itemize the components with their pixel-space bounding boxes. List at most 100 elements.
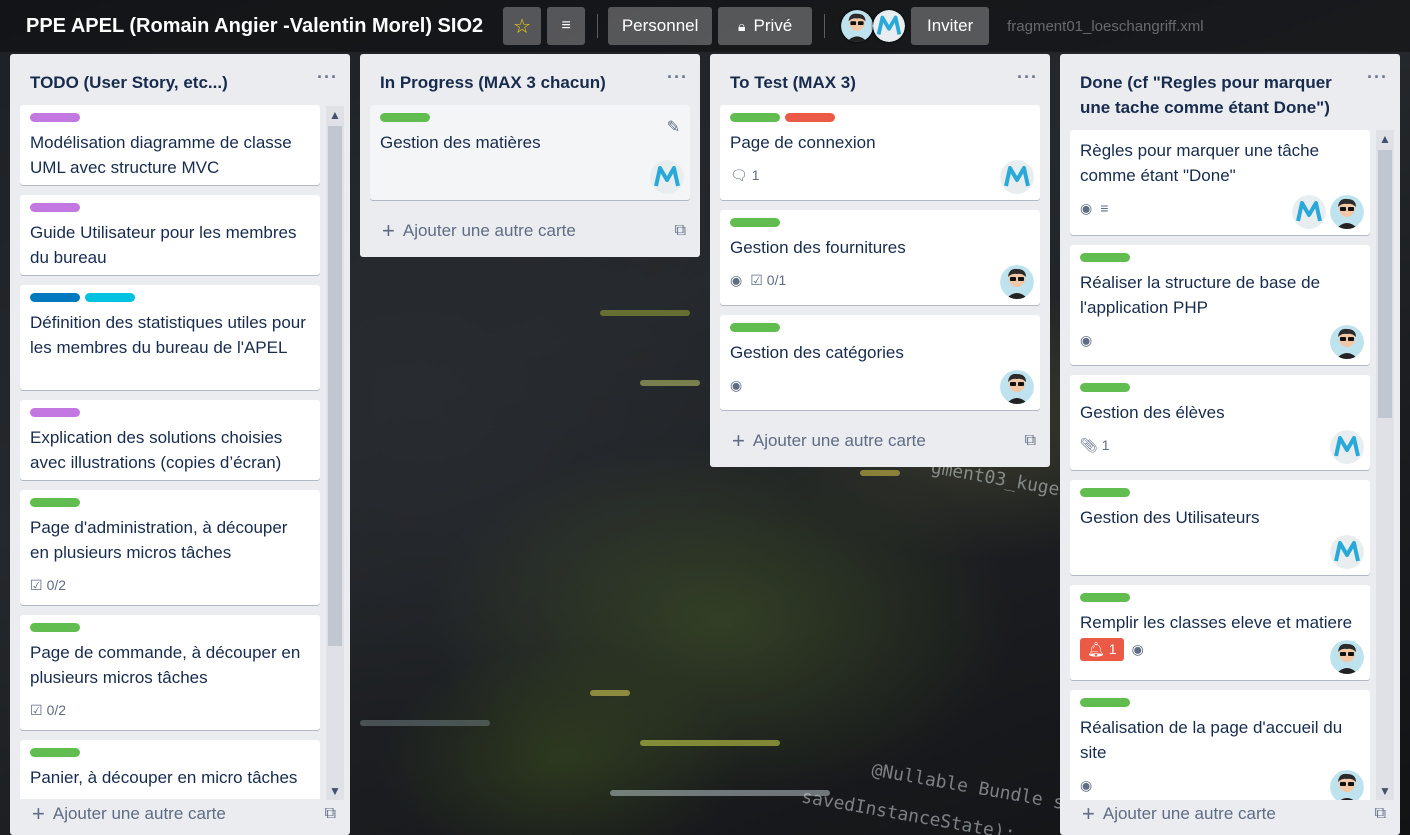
- visibility-button[interactable]: 🔒︎ Privé: [718, 7, 813, 45]
- pencil-icon[interactable]: ✎: [667, 117, 680, 137]
- eye-icon: ◉: [1080, 331, 1093, 348]
- avatar-romain[interactable]: [1000, 265, 1034, 299]
- plus-icon: +: [1082, 801, 1095, 826]
- avatar-romain[interactable]: [1330, 640, 1364, 674]
- card[interactable]: Guide Utilisateur pour les membres du bu…: [20, 195, 320, 275]
- plus-icon: +: [732, 428, 745, 453]
- card[interactable]: Panier, à découper en micro tâches: [20, 740, 320, 799]
- card-container: Gestion des matières ✎: [360, 105, 700, 210]
- label-sky: [85, 293, 135, 302]
- header-divider: [597, 14, 599, 38]
- label-purple: [30, 203, 80, 212]
- header-divider: [824, 14, 826, 38]
- board-title[interactable]: PPE APEL (Romain Angier -Valentin Morel)…: [26, 15, 483, 38]
- list-title[interactable]: In Progress (MAX 3 chacun): [380, 70, 606, 95]
- background-tab-text: fragment01_loeschangriff.xml: [1007, 17, 1204, 35]
- card[interactable]: Gestion des Utilisateurs: [1070, 480, 1370, 575]
- star-button[interactable]: ☆: [503, 7, 542, 45]
- avatar-romain[interactable]: [1330, 325, 1364, 359]
- list-menu-icon[interactable]: ···: [317, 68, 338, 86]
- card-template-icon[interactable]: ⧉: [325, 805, 336, 823]
- list-title[interactable]: To Test (MAX 3): [730, 70, 856, 95]
- card-title: Modélisation diagramme de classe UML ave…: [30, 133, 292, 177]
- list-in-progress: In Progress (MAX 3 chacun) ··· Gestion d…: [360, 54, 700, 257]
- eye-icon: ◉: [1131, 640, 1144, 657]
- avatar-romain[interactable]: [1000, 370, 1034, 404]
- card[interactable]: Réalisation de la page d'accueil du site…: [1070, 690, 1370, 800]
- label-green: [1080, 383, 1130, 392]
- card-template-icon[interactable]: ⧉: [1375, 805, 1386, 823]
- avatar-romain[interactable]: [1330, 195, 1364, 229]
- add-card-button[interactable]: + Ajouter une autre carte ⧉: [1060, 793, 1400, 835]
- scroll-up-icon[interactable]: ▲: [1379, 132, 1391, 146]
- list-title[interactable]: TODO (User Story, etc...): [30, 70, 228, 95]
- card[interactable]: Explication des solutions choisies avec …: [20, 400, 320, 480]
- card-title: Définition des statistiques utiles pour …: [30, 313, 306, 357]
- card-title: Gestion des matières: [380, 133, 541, 152]
- label-purple: [30, 408, 80, 417]
- list-title[interactable]: Done (cf "Regles pour marquer une tache …: [1080, 70, 1360, 120]
- card-container: Modélisation diagramme de classe UML ave…: [10, 105, 350, 799]
- list-scrollbar[interactable]: ▲ ▼: [1376, 130, 1394, 800]
- list-menu-icon[interactable]: ···: [1017, 68, 1038, 86]
- card-title: Guide Utilisateur pour les membres du bu…: [30, 223, 297, 267]
- checklist-icon: ☑: [30, 701, 43, 718]
- checklist-badge: ☑ 0/2: [30, 701, 67, 719]
- card[interactable]: Définition des statistiques utiles pour …: [20, 285, 320, 390]
- avatar-valentin[interactable]: [871, 8, 908, 44]
- avatar-valentin[interactable]: [650, 160, 684, 194]
- label-green: [30, 748, 80, 757]
- card[interactable]: Gestion des fournitures ◉ ☑ 0/1: [720, 210, 1040, 305]
- card[interactable]: Page de connexion 🗨︎ 1: [720, 105, 1040, 200]
- paperclip-icon: 📎︎: [1080, 436, 1098, 453]
- personal-team-button[interactable]: Personnel: [608, 7, 713, 45]
- board-header: PPE APEL (Romain Angier -Valentin Morel)…: [0, 0, 1410, 52]
- add-card-button[interactable]: + Ajouter une autre carte ⧉: [10, 793, 350, 835]
- card-title: Réalisation de la page d'accueil du site: [1080, 718, 1343, 762]
- label-green: [730, 218, 780, 227]
- list-menu-icon[interactable]: ···: [667, 68, 688, 86]
- scroll-thumb[interactable]: [1378, 150, 1392, 418]
- plus-icon: +: [382, 218, 395, 243]
- invite-button[interactable]: Inviter: [911, 7, 990, 45]
- card-template-icon[interactable]: ⧉: [1025, 432, 1036, 450]
- avatar-valentin[interactable]: [1330, 535, 1364, 569]
- notification-badge: 🔔︎ 1: [1080, 637, 1124, 661]
- label-green: [30, 498, 80, 507]
- lock-icon: 🔒︎: [738, 17, 746, 34]
- label-green: [730, 113, 780, 122]
- card[interactable]: Remplir les classes eleve et matiere 🔔︎ 1…: [1070, 585, 1370, 680]
- checklist-badge: ☑ 0/1: [750, 271, 787, 289]
- avatar-romain[interactable]: [839, 8, 876, 44]
- attachment-badge: 📎︎ 1: [1080, 436, 1110, 454]
- scroll-up-icon[interactable]: ▲: [329, 108, 341, 122]
- checklist-badge: ☑ 0/2: [30, 576, 67, 594]
- checklist-icon: ☑: [30, 576, 43, 593]
- list-menu-icon[interactable]: ···: [1367, 68, 1388, 86]
- avatar-valentin[interactable]: [1292, 195, 1326, 229]
- card[interactable]: Page de commande, à découper en plusieur…: [20, 615, 320, 730]
- board-members: [839, 8, 908, 44]
- card-template-icon[interactable]: ⧉: [675, 222, 686, 240]
- add-card-button[interactable]: + Ajouter une autre carte ⧉: [710, 420, 1050, 462]
- label-green: [1080, 698, 1130, 707]
- scroll-thumb[interactable]: [328, 126, 342, 646]
- card-title: Gestion des catégories: [730, 343, 904, 362]
- card[interactable]: Réaliser la structure de base de l'appli…: [1070, 245, 1370, 365]
- card[interactable]: Gestion des élèves 📎︎ 1: [1070, 375, 1370, 470]
- label-green: [1080, 593, 1130, 602]
- label-green: [380, 113, 430, 122]
- avatar-valentin[interactable]: [1330, 430, 1364, 464]
- avatar-valentin[interactable]: [1000, 160, 1034, 194]
- card[interactable]: Règles pour marquer une tâche comme étan…: [1070, 130, 1370, 235]
- card[interactable]: Modélisation diagramme de classe UML ave…: [20, 105, 320, 185]
- list-scrollbar[interactable]: ▲ ▼: [326, 106, 344, 800]
- description-icon: ≡: [1100, 200, 1109, 216]
- add-card-button[interactable]: + Ajouter une autre carte ⧉: [360, 210, 700, 252]
- card[interactable]: Gestion des matières ✎: [370, 105, 690, 200]
- card[interactable]: Page d'administration, à découper en plu…: [20, 490, 320, 605]
- card-title: Page de commande, à découper en plusieur…: [30, 643, 301, 687]
- card-title: Réaliser la structure de base de l'appli…: [1080, 273, 1321, 317]
- card[interactable]: Gestion des catégories ◉: [720, 315, 1040, 410]
- board-menu-button[interactable]: ≡: [547, 7, 586, 45]
